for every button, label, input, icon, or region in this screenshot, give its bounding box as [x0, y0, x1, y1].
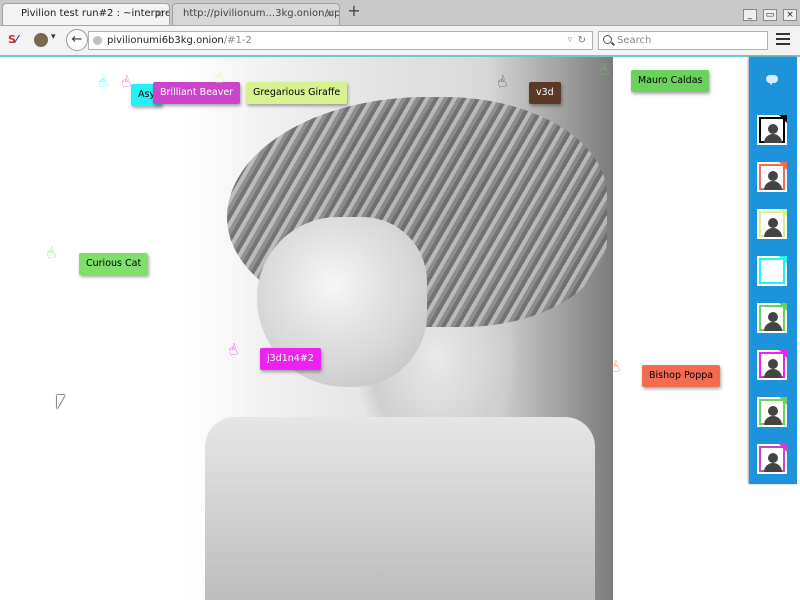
tab-strip: Pivilion test run#2 : ~interpretati... ×…: [0, 0, 800, 26]
hamburger-menu-icon[interactable]: [776, 33, 790, 45]
annotation-label-j3d1n4-2[interactable]: j3d1n4#2: [260, 348, 321, 370]
address-bar[interactable]: pivilionumi6b3kg.onion/#1-2 ▿ ↻: [88, 31, 593, 50]
addon-logo-icon[interactable]: S⁄: [8, 33, 18, 46]
pointer-hand-icon: ☝: [43, 242, 58, 263]
annotation-label-curious-cat[interactable]: Curious Cat: [79, 253, 149, 275]
chevron-down-icon[interactable]: ▿: [567, 32, 572, 49]
annotation-label-mauro-caldas[interactable]: Mauro Caldas: [631, 70, 710, 92]
participant-avatar[interactable]: [757, 256, 787, 286]
participant-avatar[interactable]: [757, 444, 787, 474]
search-placeholder: Search: [617, 35, 652, 46]
onion-icon[interactable]: [34, 33, 48, 47]
maximize-button[interactable]: ▭: [762, 9, 777, 21]
tab-title: http://pivilionum...3kg.onion/upload/: [183, 8, 340, 19]
addon-logo-mark: ⁄: [15, 33, 18, 46]
tab-title: Pivilion test run#2 : ~interpretati...: [21, 8, 169, 19]
new-tab-button[interactable]: +: [346, 3, 362, 20]
annotation-label-bishop-poppa[interactable]: Bishop Poppa: [642, 365, 721, 387]
pointer-hand-icon: ☝: [118, 71, 133, 92]
participant-avatar[interactable]: [757, 209, 787, 239]
chat-icon[interactable]: [766, 75, 778, 85]
pointer-hand-icon: ☝: [95, 71, 110, 92]
tab-inactive[interactable]: http://pivilionum...3kg.onion/upload/ ×: [172, 3, 340, 25]
bust-plinth: [205, 417, 595, 600]
window-controls: _ ▭ ×: [742, 2, 797, 21]
url-host: pivilionumi6b3kg.onion: [107, 35, 224, 46]
participants-sidebar: [749, 57, 797, 484]
participant-avatar[interactable]: [757, 115, 787, 145]
close-window-button[interactable]: ×: [783, 9, 797, 21]
participant-avatar[interactable]: [757, 162, 787, 192]
artwork-image[interactable]: [187, 57, 613, 600]
tab-active[interactable]: Pivilion test run#2 : ~interpretati... ×: [2, 3, 170, 25]
minimize-button[interactable]: _: [742, 9, 757, 21]
mouse-cursor-icon: [57, 395, 65, 409]
addon-logo-text: S: [8, 33, 16, 46]
chevron-down-icon[interactable]: ▾: [51, 32, 56, 42]
back-button[interactable]: ←: [66, 29, 88, 51]
search-icon: [603, 35, 612, 44]
annotation-label-gregarious-giraffe[interactable]: Gregarious Giraffe: [246, 82, 348, 104]
globe-icon: [93, 36, 102, 45]
participant-avatar[interactable]: [757, 397, 787, 427]
url-path: /#1-2: [223, 35, 252, 46]
participant-avatar[interactable]: [757, 303, 787, 333]
search-input[interactable]: Search: [598, 31, 768, 50]
reload-icon[interactable]: ↻: [578, 32, 586, 49]
close-icon[interactable]: ×: [155, 4, 164, 24]
annotation-label-v3d[interactable]: v3d: [529, 82, 561, 104]
annotation-label-brilliant-beaver[interactable]: Brilliant Beaver: [153, 82, 241, 104]
close-icon[interactable]: ×: [325, 4, 334, 24]
participant-avatar[interactable]: [757, 350, 787, 380]
navigation-bar: S⁄ ▾ ← pivilionumi6b3kg.onion/#1-2 ▿ ↻ S…: [0, 26, 800, 57]
